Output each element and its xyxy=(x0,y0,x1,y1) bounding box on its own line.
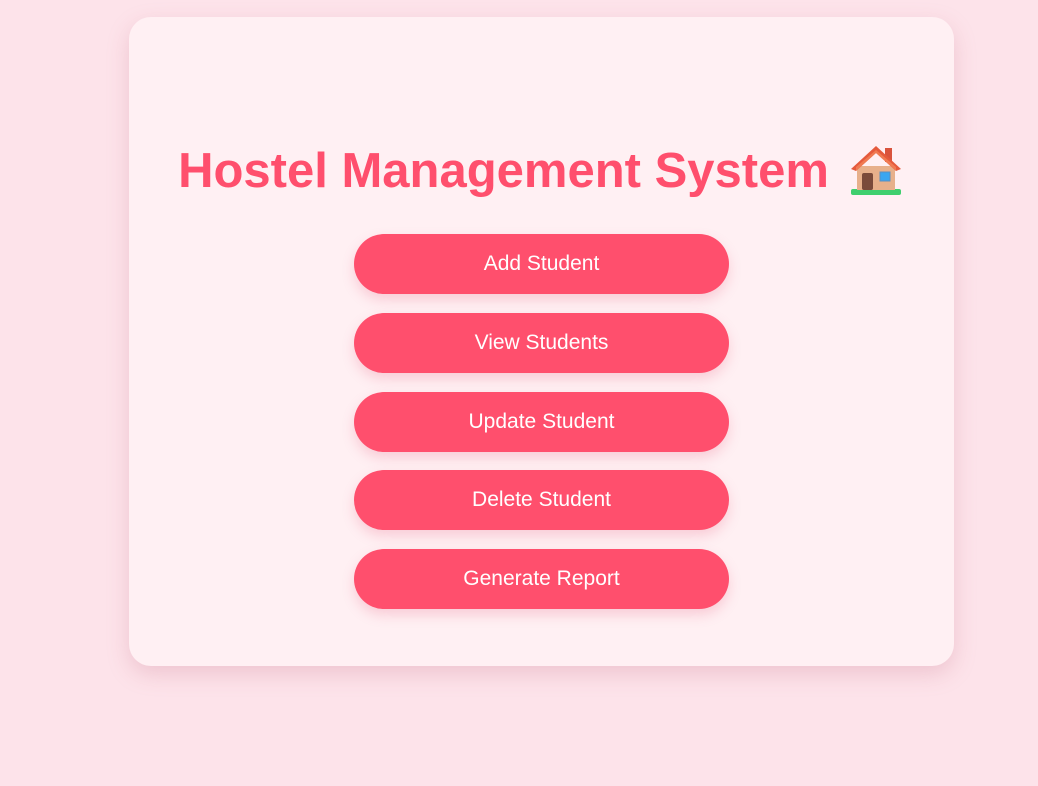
main-card: Hostel Management System Add Student Vie… xyxy=(129,17,954,666)
view-students-button[interactable]: View Students xyxy=(354,313,729,373)
add-student-button[interactable]: Add Student xyxy=(354,234,729,294)
header: Hostel Management System xyxy=(129,139,954,203)
update-student-button[interactable]: Update Student xyxy=(354,392,729,452)
house-icon xyxy=(847,140,905,198)
delete-student-button[interactable]: Delete Student xyxy=(354,470,729,530)
page-title: Hostel Management System xyxy=(178,144,829,198)
generate-report-button[interactable]: Generate Report xyxy=(354,549,729,609)
